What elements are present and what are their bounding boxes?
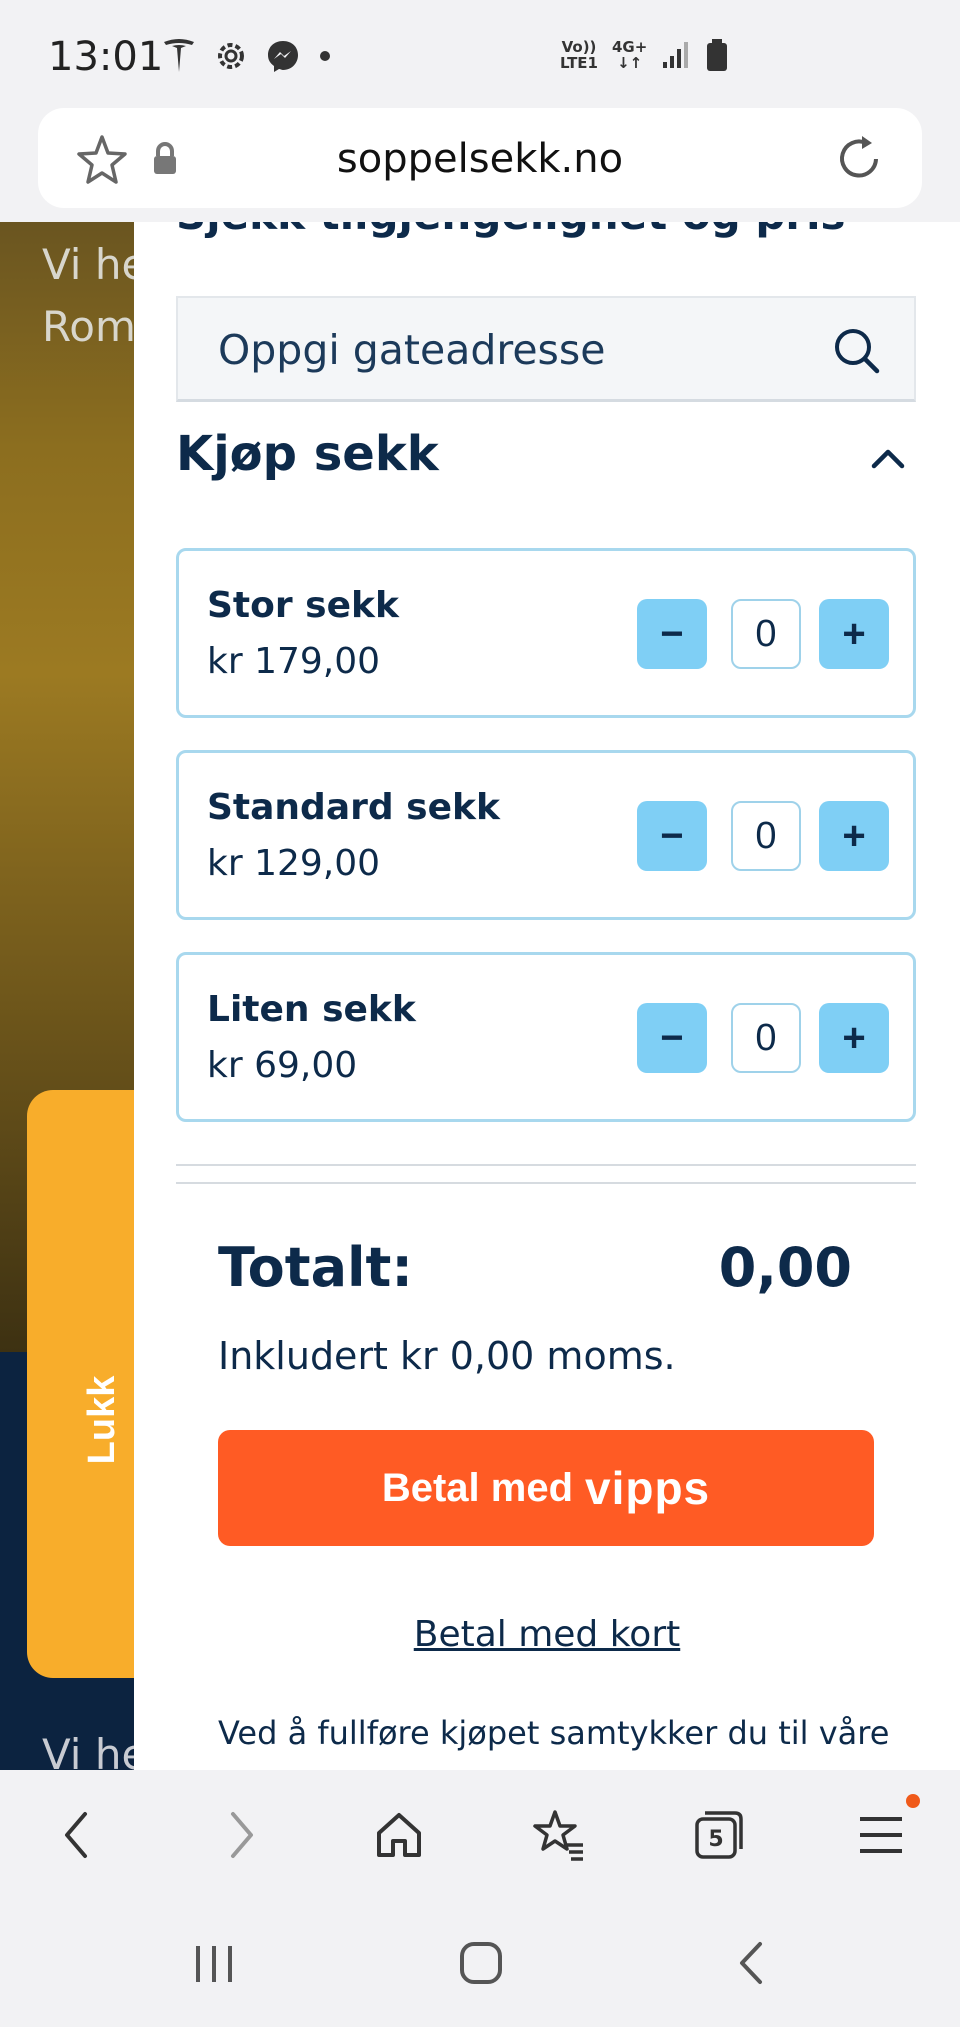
minus-icon: −: [660, 813, 684, 858]
bookmarks-star-list-icon: [533, 1810, 583, 1861]
browser-toolbar: 5: [0, 1770, 960, 1900]
total-label: Totalt:: [218, 1236, 413, 1299]
volte-indicator: Vo)) LTE1: [560, 39, 598, 71]
minus-icon: −: [660, 611, 684, 656]
messenger-icon: [268, 41, 298, 72]
close-drawer-label-wrap: Lukk: [65, 1340, 125, 1465]
tabs-button[interactable]: 5: [684, 1800, 754, 1870]
tab-count: 5: [708, 1826, 724, 1852]
background-text-line: Rom: [42, 302, 136, 351]
signal-strength-icon: [663, 42, 689, 68]
quantity-field[interactable]: 0: [731, 1003, 801, 1073]
url-text[interactable]: soppelsekk.no: [38, 136, 922, 182]
system-navigation-bar: [0, 1900, 960, 2027]
volte-label: Vo)): [561, 38, 597, 56]
product-price: kr 129,00: [207, 843, 381, 884]
increase-quantity-button[interactable]: +: [819, 1003, 889, 1073]
buy-bag-section-title[interactable]: Kjøp sekk: [176, 426, 439, 482]
back-nav-icon[interactable]: [734, 1940, 770, 1986]
product-card-large-bag: Stor sekk kr 179,00 − 0 +: [176, 548, 916, 718]
product-card-small-bag: Liten sekk kr 69,00 − 0 +: [176, 952, 916, 1122]
vat-text: Inkludert kr 0,00 moms.: [218, 1334, 676, 1378]
vipps-button-label: Betal med: [381, 1465, 573, 1510]
increase-quantity-button[interactable]: +: [819, 801, 889, 871]
address-search-placeholder: Oppgi gateadresse: [218, 326, 606, 374]
decrease-quantity-button[interactable]: −: [637, 599, 707, 669]
plus-icon: +: [842, 611, 866, 656]
chevron-up-icon[interactable]: [870, 446, 906, 470]
quantity-field[interactable]: 0: [731, 599, 801, 669]
product-card-standard-bag: Standard sekk kr 129,00 − 0 +: [176, 750, 916, 920]
menu-button[interactable]: [846, 1794, 920, 1870]
product-name: Stor sekk: [207, 585, 399, 626]
product-price: kr 179,00: [207, 641, 381, 682]
forward-button[interactable]: [206, 1800, 276, 1870]
forward-arrow-icon: [231, 1812, 253, 1858]
pay-with-vipps-button[interactable]: Betal med vipps: [218, 1430, 874, 1546]
home-button[interactable]: [364, 1800, 434, 1870]
bookmarks-button[interactable]: [524, 1800, 594, 1870]
product-name: Standard sekk: [207, 787, 500, 828]
web-page: Vi he Rom Vi he Lukk Sjekk tilgjengeligh…: [0, 222, 960, 1770]
network-type-indicator: 4G+ ↓↑: [612, 39, 647, 71]
battery-icon: [707, 39, 728, 71]
hamburger-menu-icon: [860, 1817, 902, 1853]
product-name: Liten sekk: [207, 989, 416, 1030]
tesla-icon: [164, 39, 194, 72]
decrease-quantity-button[interactable]: −: [637, 801, 707, 871]
decrease-quantity-button[interactable]: −: [637, 1003, 707, 1073]
settings-gear-icon: [218, 43, 244, 69]
plus-icon: +: [842, 1015, 866, 1060]
lte-label: LTE1: [560, 54, 598, 72]
vipps-logo: vipps: [585, 1462, 711, 1514]
purchase-drawer: Sjekk tilgjengelighet og pris Oppgi gate…: [134, 222, 960, 1770]
home-nav-icon[interactable]: [458, 1940, 504, 1986]
recent-apps-icon[interactable]: [190, 1942, 238, 1986]
availability-heading: Sjekk tilgjengelighet og pris: [176, 222, 846, 239]
status-time: 13:01: [48, 34, 164, 80]
quantity-field[interactable]: 0: [731, 801, 801, 871]
pay-with-card-link[interactable]: Betal med kort: [134, 1614, 960, 1655]
status-system-icons: Vo)) LTE1 4G+ ↓↑: [560, 38, 729, 72]
notification-dot: [906, 1794, 920, 1808]
close-drawer-label: Lukk: [81, 1375, 123, 1465]
terms-text: Ved å fullføre kjøpet samtykker du til v…: [218, 1714, 890, 1752]
network-type-label: 4G+: [612, 38, 648, 56]
total-value: 0,00: [718, 1236, 852, 1299]
address-search-input[interactable]: Oppgi gateadresse: [176, 296, 916, 402]
background-text-line: Vi he: [42, 1730, 148, 1770]
reload-icon[interactable]: [832, 132, 886, 186]
back-button[interactable]: [42, 1800, 112, 1870]
status-bar: 13:01 Vo)) LTE1 4G+ ↓↑: [0, 0, 960, 110]
address-bar[interactable]: soppelsekk.no: [38, 108, 922, 208]
plus-icon: +: [842, 813, 866, 858]
home-icon: [377, 1813, 421, 1857]
minus-icon: −: [660, 1015, 684, 1060]
more-notifications-dot-icon: [320, 51, 330, 61]
back-arrow-icon: [65, 1812, 87, 1858]
search-icon[interactable]: [832, 326, 882, 376]
data-arrows-icon: ↓↑: [617, 54, 643, 72]
section-divider: [176, 1164, 916, 1184]
background-text-line: Vi he: [42, 240, 148, 289]
increase-quantity-button[interactable]: +: [819, 599, 889, 669]
status-notification-icons: [162, 38, 332, 74]
product-price: kr 69,00: [207, 1045, 358, 1086]
